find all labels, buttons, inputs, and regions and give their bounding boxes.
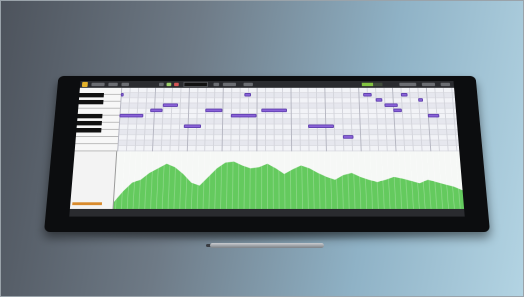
controller-lane-header[interactable] (69, 151, 118, 209)
piano-roll-grid[interactable] (117, 87, 460, 152)
record-icon[interactable] (173, 82, 179, 87)
midi-note[interactable] (183, 124, 201, 129)
piano-black-key[interactable] (79, 92, 105, 97)
view-button[interactable] (121, 82, 130, 87)
play-icon[interactable] (166, 82, 172, 87)
midi-note[interactable] (427, 113, 440, 118)
midi-note[interactable] (362, 93, 372, 97)
lane-selector[interactable] (72, 202, 103, 206)
midi-note[interactable] (260, 108, 287, 113)
midi-note[interactable] (418, 98, 423, 102)
toolbar (79, 81, 455, 88)
midi-note[interactable] (400, 93, 408, 97)
app-logo-icon (81, 81, 88, 88)
piano-white-key[interactable] (75, 136, 119, 145)
velocity-lane[interactable] (113, 151, 465, 209)
tablet-device (44, 75, 490, 232)
level-meter (361, 82, 383, 87)
rewind-icon[interactable] (158, 82, 164, 87)
stylus-pen (210, 243, 324, 248)
tempo-field[interactable] (222, 82, 237, 87)
midi-note[interactable] (119, 113, 144, 118)
midi-note[interactable] (375, 98, 383, 102)
settings-icon[interactable] (440, 82, 451, 87)
piano-black-key[interactable] (76, 120, 103, 125)
metronome-icon[interactable] (243, 82, 253, 87)
midi-note[interactable] (120, 93, 124, 97)
midi-note[interactable] (205, 108, 223, 113)
time-display (183, 81, 208, 88)
piano-black-key[interactable] (78, 99, 104, 104)
status-bar (69, 208, 465, 217)
beat-gridline (273, 87, 275, 152)
mixer-button[interactable] (399, 82, 417, 87)
browser-button[interactable] (421, 82, 436, 87)
velocity-curve (113, 151, 465, 209)
menu-button[interactable] (91, 82, 105, 87)
midi-note[interactable] (230, 113, 257, 118)
midi-note[interactable] (162, 103, 179, 107)
midi-note[interactable] (342, 135, 354, 139)
piano-white-key[interactable] (74, 144, 118, 152)
piano-black-key[interactable] (77, 113, 103, 118)
beat-gridline (265, 87, 267, 152)
midi-note[interactable] (149, 108, 163, 113)
midi-note[interactable] (308, 124, 334, 129)
piano-black-key[interactable] (76, 127, 102, 133)
daw-screen (69, 81, 465, 217)
velocity-area (113, 161, 465, 209)
midi-note[interactable] (243, 93, 251, 97)
piano-keyboard[interactable] (74, 87, 122, 152)
midi-note[interactable] (384, 103, 398, 107)
midi-note[interactable] (393, 108, 402, 113)
loop-icon[interactable] (213, 82, 220, 87)
edit-button[interactable] (108, 82, 118, 87)
